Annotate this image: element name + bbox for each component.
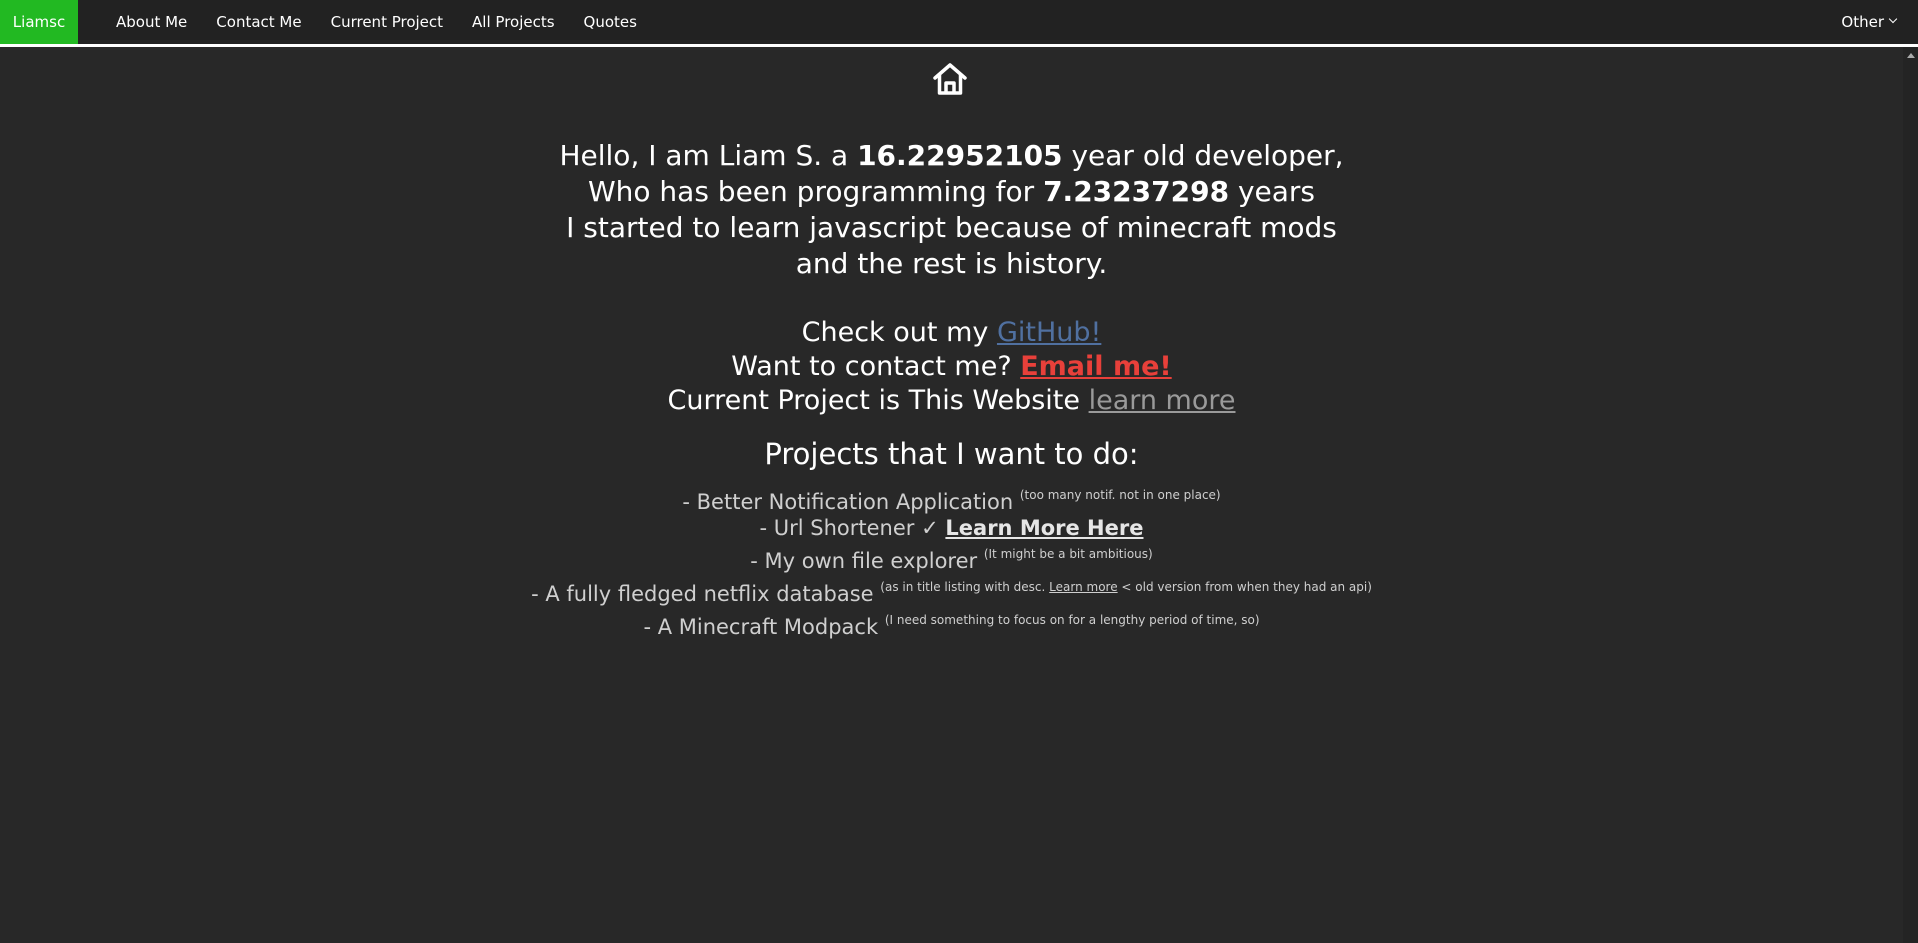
- github-link[interactable]: GitHub!: [997, 317, 1101, 348]
- intro-line-1: Hello, I am Liam S. a 16.22952105 year o…: [0, 138, 1903, 174]
- nav-dropdown-other[interactable]: Other: [1841, 0, 1898, 44]
- intro-text: Hello, I am Liam S. a 16.22952105 year o…: [0, 138, 1903, 282]
- years-value: 7.23237298: [1043, 175, 1230, 208]
- list-item: - Url Shortener ✓ Learn More Here: [0, 515, 1903, 541]
- list-item: - A fully fledged netflix database (as i…: [0, 574, 1903, 607]
- intro-line-3: I started to learn javascript because of…: [566, 211, 1337, 244]
- list-item: - A Minecraft Modpack (I need something …: [0, 607, 1903, 640]
- nav-dropdown-other-label: Other: [1841, 13, 1884, 31]
- intro-line-4: and the rest is history.: [795, 247, 1108, 280]
- intro-line2-suffix: years: [1229, 175, 1316, 208]
- github-line: Check out my GitHub!: [0, 316, 1903, 350]
- home-icon[interactable]: [932, 62, 968, 96]
- github-prefix: Check out my: [801, 317, 997, 348]
- project-list: - Better Notification Application (too m…: [0, 482, 1903, 640]
- nav-link-all-projects[interactable]: All Projects: [472, 13, 555, 31]
- learn-more-here-link[interactable]: Learn More Here: [945, 516, 1143, 540]
- project-text: - A fully fledged netflix database: [531, 582, 874, 606]
- chevron-down-icon: [1888, 14, 1898, 24]
- project-note: (I need something to focus on for a leng…: [884, 613, 1260, 627]
- learn-more-link[interactable]: learn more: [1089, 385, 1236, 416]
- nav-link-current-project[interactable]: Current Project: [331, 13, 443, 31]
- netflix-learn-more-link[interactable]: Learn more: [1049, 580, 1117, 594]
- intro-line1-suffix: year old developer,: [1062, 139, 1344, 172]
- nav-link-contact-me[interactable]: Contact Me: [216, 13, 301, 31]
- project-note: (as in title listing with desc. Learn mo…: [880, 580, 1372, 594]
- project-note: (too many notif. not in one place): [1019, 488, 1221, 502]
- top-navbar: Liamsc About Me Contact Me Current Proje…: [0, 0, 1918, 47]
- list-item: - My own file explorer (It might be a bi…: [0, 541, 1903, 574]
- brand-link[interactable]: Liamsc: [0, 0, 78, 44]
- age-value: 16.22952105: [857, 139, 1063, 172]
- contact-line: Want to contact me? Email me!: [0, 350, 1903, 384]
- main-content: Hello, I am Liam S. a 16.22952105 year o…: [0, 138, 1903, 640]
- checkmark-icon: ✓: [921, 516, 939, 540]
- project-text: - Url Shortener: [759, 516, 915, 540]
- nav-link-quotes[interactable]: Quotes: [584, 13, 637, 31]
- page-scrollbar[interactable]: [1903, 47, 1918, 943]
- scroll-up-arrow-icon[interactable]: [1907, 53, 1915, 58]
- project-note-suffix: < old version from when they had an api): [1117, 580, 1372, 594]
- nav-link-about-me[interactable]: About Me: [116, 13, 187, 31]
- current-project-prefix: Current Project is This Website: [667, 385, 1089, 416]
- project-text: - Better Notification Application: [682, 490, 1014, 514]
- project-note: (It might be a bit ambitious): [983, 547, 1153, 561]
- intro-line-2: Who has been programming for 7.23237298 …: [0, 174, 1903, 210]
- current-project-line: Current Project is This Website learn mo…: [0, 384, 1903, 418]
- intro-line2-prefix: Who has been programming for: [587, 175, 1044, 208]
- list-item: - Better Notification Application (too m…: [0, 482, 1903, 515]
- project-text: - My own file explorer: [750, 549, 978, 573]
- project-note-prefix: (as in title listing with desc.: [880, 580, 1050, 594]
- nav-links: About Me Contact Me Current Project All …: [100, 0, 650, 44]
- links-section: Check out my GitHub! Want to contact me?…: [0, 316, 1903, 418]
- projects-title: Projects that I want to do:: [764, 437, 1139, 471]
- project-text: - A Minecraft Modpack: [643, 615, 879, 639]
- intro-line1-prefix: Hello, I am Liam S. a: [559, 139, 858, 172]
- email-link[interactable]: Email me!: [1020, 351, 1171, 382]
- contact-prefix: Want to contact me?: [731, 351, 1021, 382]
